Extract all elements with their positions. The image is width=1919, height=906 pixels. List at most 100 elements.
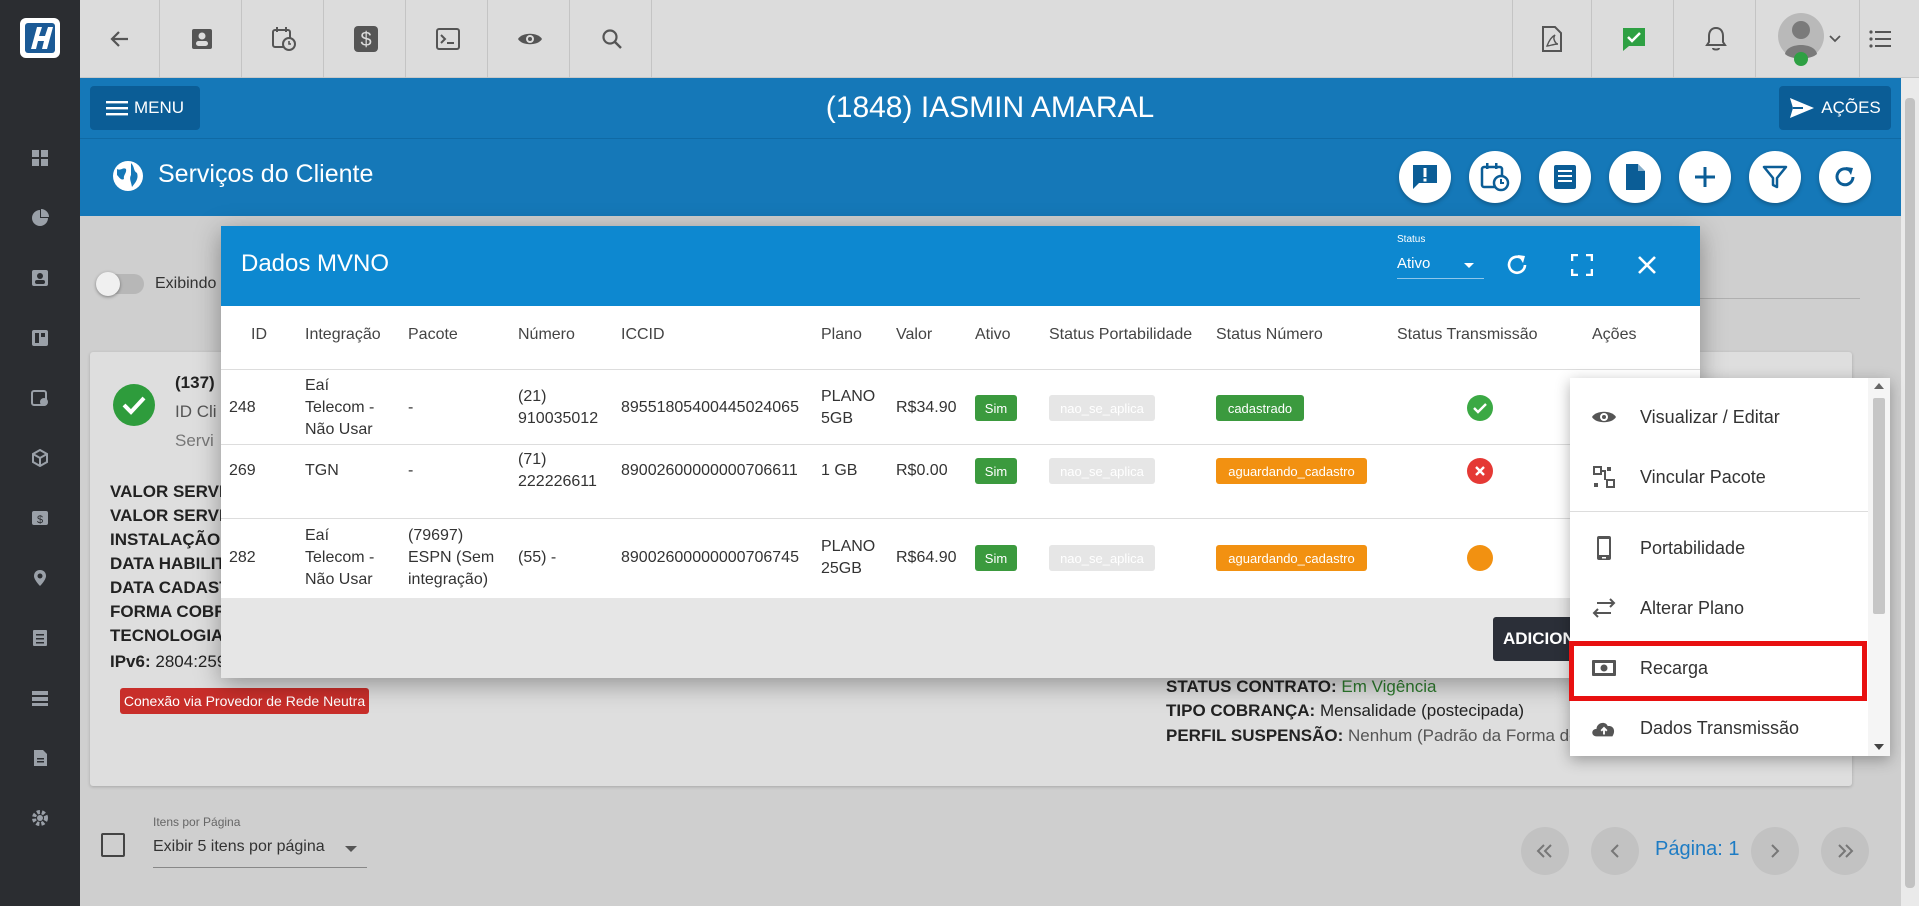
calendar-clock-icon [271, 27, 296, 51]
schedule-service-button[interactable] [1469, 151, 1521, 203]
portabilidade-badge: nao_se_aplica [1049, 545, 1155, 571]
message-alert-icon [1413, 165, 1437, 189]
tipo-cobranca-label: TIPO COBRANÇA: [1166, 701, 1316, 720]
filter-button[interactable] [1749, 151, 1801, 203]
add-service-button[interactable] [1679, 151, 1731, 203]
money-icon[interactable]: $ [28, 506, 52, 530]
modal-refresh-button[interactable] [1502, 250, 1532, 280]
back-button[interactable] [80, 0, 160, 78]
per-page-select[interactable]: Exibir 5 itens por página [153, 838, 367, 868]
row-integracao: TGN [305, 462, 339, 479]
modal-close-button[interactable] [1632, 250, 1662, 280]
modal-header: Dados MVNO Status Ativo [221, 226, 1700, 306]
schedule-button[interactable] [244, 0, 324, 78]
first-page-button[interactable] [1521, 827, 1569, 875]
menu-item-alterar-plano[interactable]: Alterar Plano [1570, 580, 1868, 636]
ipv6-line: IPv6: 2804:259 [110, 652, 226, 672]
filter-icon [1762, 165, 1788, 189]
terminal-button[interactable] [408, 0, 488, 78]
row-id: 269 [229, 462, 256, 479]
bg-line-4: DATA HABILIT [110, 554, 226, 573]
col-plano: Plano [821, 326, 862, 343]
dropdown-scrollbar[interactable] [1868, 378, 1890, 756]
refresh-button[interactable] [1819, 151, 1871, 203]
menu-item-vincular-pacote[interactable]: Vincular Pacote [1570, 449, 1868, 505]
cube-icon[interactable] [28, 446, 52, 470]
menu-item-dados-transmissao[interactable]: Dados Transmissão [1570, 700, 1868, 756]
row-numero: (71) 222226611 [518, 451, 597, 490]
row-iccid: 89002600000000706745 [621, 549, 799, 566]
bg-line-7: TECNOLOGIA [110, 626, 224, 645]
layout-icon[interactable] [28, 326, 52, 350]
location-icon[interactable] [28, 566, 52, 590]
actions-button[interactable]: AÇÕES [1779, 86, 1891, 130]
file-button[interactable] [1609, 151, 1661, 203]
list-menu-button[interactable] [1840, 0, 1919, 78]
pie-chart-icon[interactable] [28, 206, 52, 230]
list-doc-icon[interactable] [28, 626, 52, 650]
status-filter-value: Ativo [1397, 255, 1431, 272]
select-all-checkbox[interactable] [101, 833, 125, 857]
portabilidade-badge: nao_se_aplica [1049, 458, 1155, 484]
send-icon [1790, 98, 1815, 118]
next-page-button[interactable] [1751, 827, 1799, 875]
transmission-ok-icon [1467, 395, 1493, 421]
menu-label: MENU [133, 98, 185, 117]
settings-icon[interactable] [28, 806, 52, 830]
show-toggle[interactable] [96, 272, 144, 296]
mvno-modal: Dados MVNO Status Ativo ID Integração Pa… [221, 226, 1700, 678]
scroll-down-icon [1874, 744, 1884, 750]
tasks-button[interactable] [1594, 0, 1674, 78]
portabilidade-badge: nao_se_aplica [1049, 395, 1155, 421]
card-service: Servi [175, 431, 214, 450]
calendar-clock-icon [1480, 163, 1510, 192]
row-iccid: 89002600000000706611 [621, 462, 798, 479]
section-title: Serviços do Cliente [158, 160, 374, 188]
check-message-icon [1622, 28, 1645, 51]
row-valor: R$0.00 [896, 462, 948, 479]
dashboard-icon[interactable] [28, 146, 52, 170]
app-logo[interactable] [20, 18, 60, 58]
calendar-clock-icon[interactable] [28, 386, 52, 410]
menu-button[interactable]: MENU [90, 86, 200, 130]
receipt-button[interactable] [1539, 151, 1591, 203]
row-id: 282 [229, 549, 256, 566]
menu-item-label: Alterar Plano [1640, 597, 1745, 618]
notifications-button[interactable] [1676, 0, 1756, 78]
view-button[interactable] [490, 0, 570, 78]
server-icon[interactable] [28, 686, 52, 710]
actions-label: AÇÕES [1821, 98, 1881, 117]
search-button[interactable] [572, 0, 652, 78]
receipt-icon [1554, 165, 1576, 189]
globe-icon [111, 159, 145, 198]
finance-button[interactable]: $ [326, 0, 406, 78]
row-pacote: (79697) ESPN (Sem integração) [408, 527, 495, 588]
menu-item-label: Portabilidade [1640, 537, 1746, 558]
pdf-button[interactable] [1512, 0, 1592, 78]
double-chevron-left-icon [1536, 844, 1552, 858]
client-name-title: (1848) IASMIN AMARAL [825, 91, 1155, 124]
page-scrollbar[interactable] [1901, 78, 1919, 906]
per-page-label: Itens por Página [153, 815, 241, 829]
col-status-transmissao: Status Transmissão [1397, 326, 1538, 343]
contact-card-icon[interactable] [28, 266, 52, 290]
modal-fullscreen-button[interactable] [1567, 250, 1597, 280]
contacts-button[interactable] [162, 0, 242, 78]
perfil-value: Nenhum (Padrão da Forma de [1348, 726, 1579, 745]
transmission-error-icon [1467, 458, 1493, 484]
row-numero: (21) 910035012 [518, 388, 599, 427]
hamburger-icon [105, 101, 128, 116]
arrow-left-icon [109, 31, 128, 47]
chevron-down-icon [1828, 35, 1841, 43]
header-divider [221, 369, 1700, 370]
prev-page-button[interactable] [1591, 827, 1639, 875]
last-page-button[interactable] [1821, 827, 1869, 875]
pdf-icon [1542, 26, 1562, 52]
document-icon[interactable] [28, 746, 52, 770]
status-filter-select[interactable]: Ativo [1397, 249, 1484, 279]
alert-message-button[interactable] [1399, 151, 1451, 203]
menu-item-portabilidade[interactable]: Portabilidade [1570, 520, 1868, 576]
bg-line-3: INSTALAÇÃO: [110, 530, 226, 549]
menu-item-visualizar-editar[interactable]: Visualizar / Editar [1570, 389, 1868, 445]
eye-icon [1590, 403, 1618, 431]
